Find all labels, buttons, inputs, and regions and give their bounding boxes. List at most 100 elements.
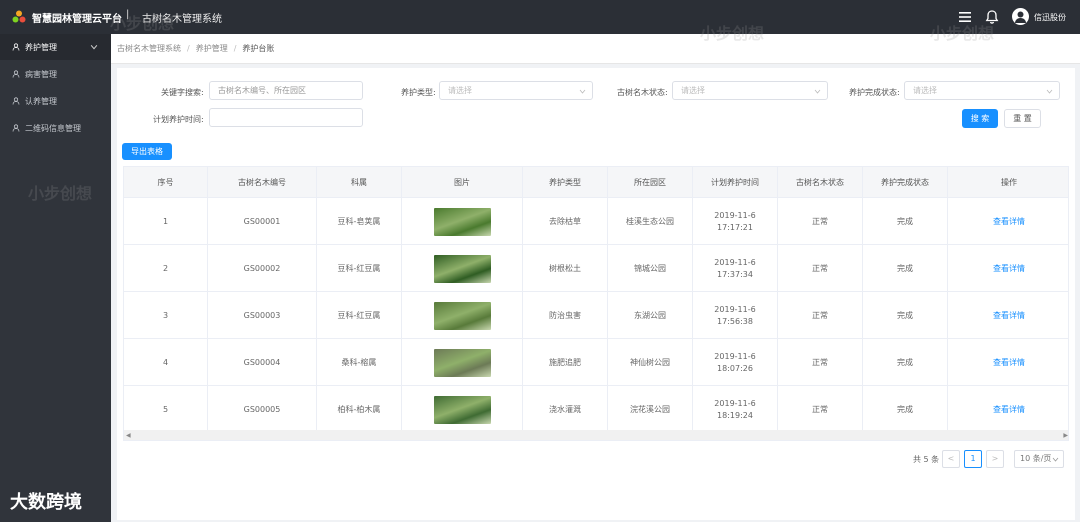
sidebar-item-qrcode[interactable]: 二维码信息管理 (0, 115, 111, 141)
breadcrumb-item[interactable]: 古树名木管理系统 (117, 43, 181, 54)
bell-icon[interactable] (984, 9, 1000, 25)
table-cell: 完成 (863, 386, 948, 433)
column-header: 操作 (1001, 178, 1017, 187)
table-header: 序号 古树名木编号 科属 图片 养护类型 所在园区 计划养护时间 古树名木状态 … (124, 167, 1068, 198)
view-details-link[interactable]: 查看详情 (993, 216, 1025, 228)
sidebar-item-label: 病害管理 (25, 69, 57, 79)
cell-family: 豆科-皂荚属 (337, 216, 381, 226)
cell-type: 浇水灌溉 (549, 404, 581, 414)
user-icon (12, 70, 20, 78)
table-cell: 浇水灌溉 (523, 386, 608, 433)
tree-photo[interactable] (433, 348, 491, 377)
page-size-select[interactable]: 10 条/页 (1014, 450, 1064, 468)
page-number-button[interactable]: 1 (964, 450, 982, 468)
cell-family: 豆科-红豆属 (337, 310, 381, 320)
plan-time: 17:56:38 (717, 316, 753, 326)
avatar[interactable] (1012, 8, 1029, 25)
plan-time: 17:37:34 (717, 269, 753, 279)
table-cell: 锦城公园 (608, 245, 693, 292)
cell-type: 防治虫害 (549, 310, 581, 320)
table-cell: 去除枯草 (523, 198, 608, 245)
sidebar-item-label: 养护管理 (25, 42, 57, 52)
table-cell: 防治虫害 (523, 292, 608, 339)
table-cell: 完成 (863, 198, 948, 245)
completion-status-label: 养护完成状态: (849, 88, 900, 97)
next-page-button[interactable]: > (986, 450, 1004, 468)
breadcrumb-separator: / (233, 44, 237, 53)
maintenance-type-select[interactable]: 请选择 (439, 81, 593, 100)
cell-park: 桂溪生态公园 (626, 216, 674, 226)
view-details-link[interactable]: 查看详情 (993, 310, 1025, 322)
user-icon (12, 97, 20, 105)
cell-park: 神仙树公园 (630, 357, 670, 367)
table-cell: GS00005 (208, 386, 317, 433)
main-panel: 关键字搜索: 古树名木编号、所在园区 养护类型: 请选择 古树名木状态: 请选择… (117, 68, 1075, 520)
user-icon (12, 124, 20, 132)
table-cell: GS00004 (208, 339, 317, 386)
table-cell: 柏科-柏木属 (317, 386, 402, 433)
tree-photo[interactable] (433, 207, 491, 236)
column-header: 图片 (402, 167, 523, 198)
select-placeholder: 请选择 (448, 86, 472, 95)
cell-family: 豆科-红豆属 (337, 263, 381, 273)
sidebar-item-maintenance[interactable]: 养护管理 (0, 34, 111, 60)
tree-status-select[interactable]: 请选择 (672, 81, 828, 100)
keyword-search-input[interactable]: 古树名木编号、所在园区 (209, 81, 363, 100)
table-cell: 正常 (778, 292, 863, 339)
cell-no: 4 (162, 357, 169, 367)
scroll-right-icon[interactable]: ▶ (1063, 432, 1068, 439)
tree-photo[interactable] (433, 395, 491, 424)
table-cell: 2 (124, 245, 208, 292)
scroll-left-icon[interactable]: ◀ (126, 432, 131, 439)
tree-photo[interactable] (433, 254, 491, 283)
hamburger-menu-icon[interactable] (957, 9, 973, 25)
table-cell: 2019-11-6 18:07:26 (693, 339, 778, 386)
brand-watermark: 大数跨境 (10, 492, 82, 513)
table-cell: 查看详情 (948, 245, 1068, 292)
table-cell (402, 339, 523, 386)
plan-date: 2019-11-6 (714, 257, 756, 267)
user-icon (1015, 11, 1026, 23)
chevron-down-icon (90, 44, 98, 50)
plan-time: 17:17:21 (717, 222, 753, 232)
sidebar-item-label: 二维码信息管理 (25, 123, 81, 133)
sidebar: 养护管理 病害管理 认养管理 二维码信息管理 (0, 34, 111, 522)
export-table-button[interactable]: 导出表格 (122, 143, 172, 160)
top-bar: 智慧园林管理云平台 | 古树名木管理系统 信迅股份 (0, 0, 1080, 34)
cell-type: 施肥追肥 (549, 357, 581, 367)
cell-no: 5 (162, 404, 169, 414)
completion-status-select[interactable]: 请选择 (904, 81, 1060, 100)
plan-time: 18:19:24 (717, 410, 753, 420)
table-cell: 正常 (778, 386, 863, 433)
view-details-link[interactable]: 查看详情 (993, 263, 1025, 275)
table-cell (402, 386, 523, 433)
reset-button[interactable]: 重 置 (1004, 109, 1041, 128)
plan-time-label: 计划养护时间: (153, 115, 204, 124)
view-details-link[interactable]: 查看详情 (993, 357, 1025, 369)
sidebar-item-disease[interactable]: 病害管理 (0, 61, 111, 87)
table-cell: 东湖公园 (608, 292, 693, 339)
table-cell: 桑科-榕属 (317, 339, 402, 386)
horizontal-scrollbar[interactable]: ◀ ▶ (124, 430, 1068, 440)
breadcrumb-current: 养护台账 (242, 44, 275, 53)
table-cell: 神仙树公园 (608, 339, 693, 386)
tree-photo[interactable] (433, 301, 491, 330)
table-cell: 完成 (863, 339, 948, 386)
cell-park: 浣花溪公园 (630, 404, 670, 414)
breadcrumb-item[interactable]: 养护管理 (196, 43, 228, 54)
search-button[interactable]: 搜 索 (962, 109, 998, 128)
table-cell: 正常 (778, 245, 863, 292)
column-header: 古树名木状态 (778, 167, 863, 198)
table-row: 4 GS00004 桑科-榕属 施肥追肥 神仙树公园 2019-11-6 18:07:26 正… (124, 339, 1068, 386)
user-name[interactable]: 信迅股份 (1034, 12, 1066, 23)
view-details-link[interactable]: 查看详情 (993, 404, 1025, 416)
column-header: 序号 (124, 167, 208, 198)
sidebar-item-adoption[interactable]: 认养管理 (0, 88, 111, 114)
plan-time-input[interactable] (209, 108, 363, 127)
prev-page-button[interactable]: < (942, 450, 960, 468)
table-row: 1 GS00001 豆科-皂荚属 去除枯草 桂溪生态公园 2019-11-6 17:17:2… (124, 198, 1068, 245)
breadcrumb: 古树名木管理系统 / 养护管理 / 养护台账 (111, 34, 1080, 64)
table-cell: 查看详情 (948, 386, 1068, 433)
column-header: 养护完成状态 (863, 167, 948, 198)
cell-done: 完成 (897, 357, 913, 367)
